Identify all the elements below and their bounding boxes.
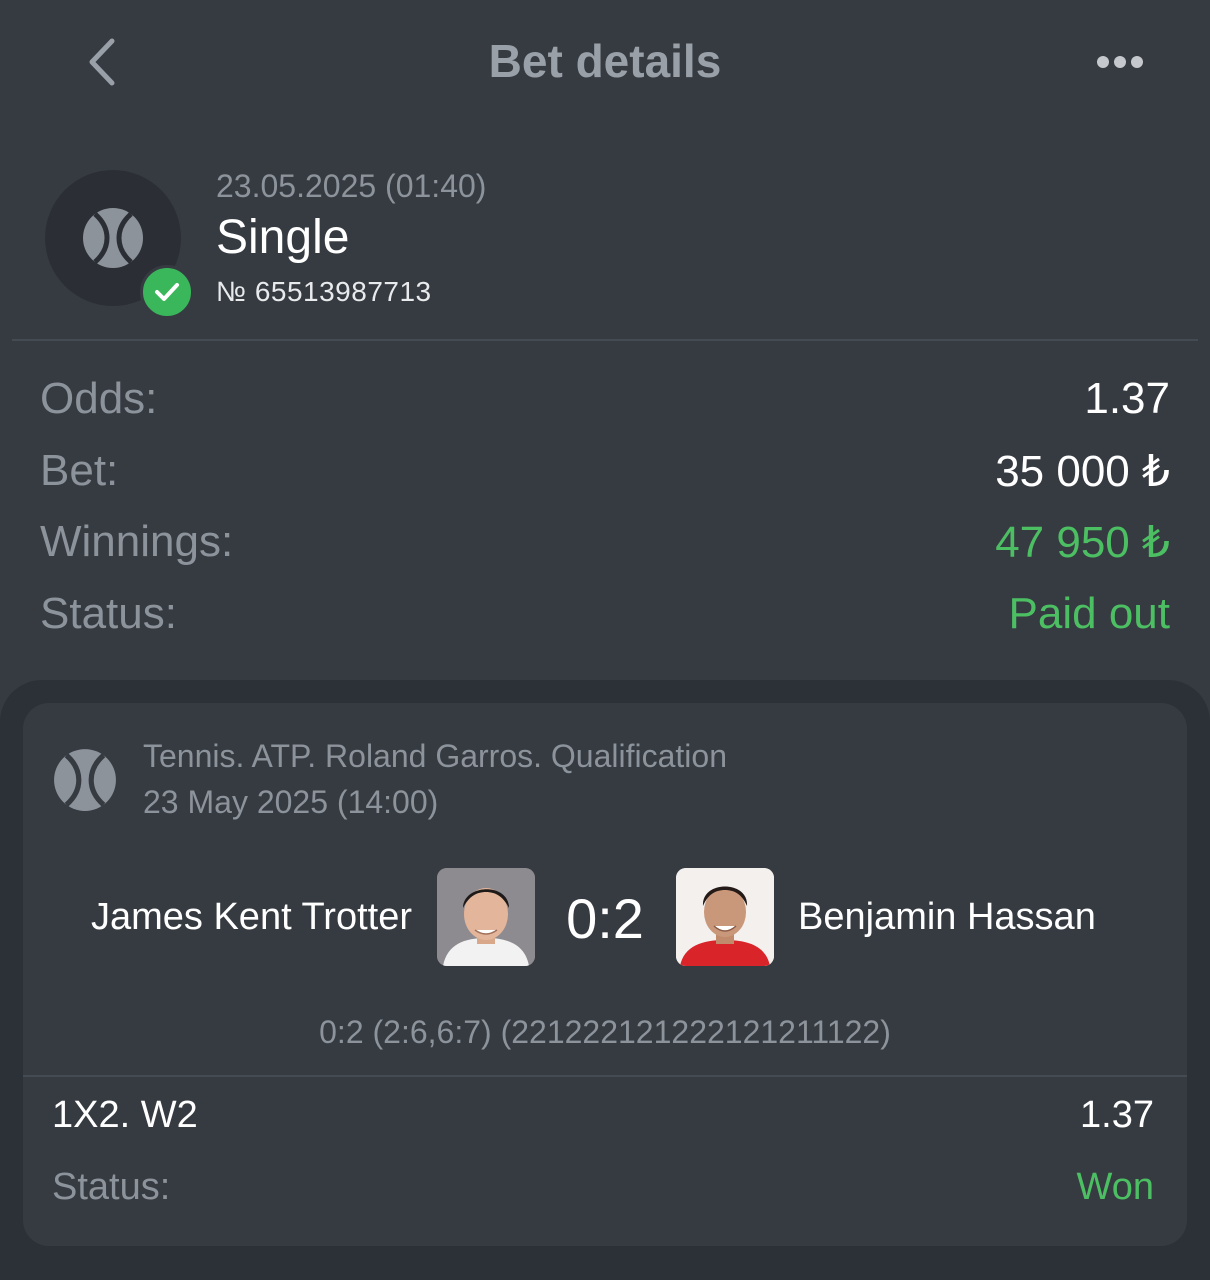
bet-details-screen: Bet details 23.05.2025 (01:40) Single № … — [0, 0, 1210, 1280]
bet-sport-avatar — [45, 170, 194, 319]
match-score: 0:2 — [566, 887, 644, 950]
tennis-ball-icon — [54, 749, 116, 811]
event-tournament: Tennis. ATP. Roland Garros. Qualificatio… — [143, 738, 727, 774]
bet-date: 23.05.2025 (01:40) — [216, 168, 487, 204]
market-name: 1X2. W2 — [52, 1094, 198, 1136]
winnings-label: Winnings: — [40, 517, 234, 566]
odds-value: 1.37 — [1084, 374, 1170, 423]
bet-type: Single — [216, 211, 350, 264]
player-photo-icon — [676, 868, 774, 966]
bet-amount-row: Bet: 35 000 ₺ — [40, 446, 1170, 502]
more-options-button[interactable] — [1088, 40, 1152, 84]
divider — [23, 1075, 1187, 1077]
status-row: Status: Paid out — [40, 589, 1170, 645]
team1-photo — [437, 868, 535, 966]
team1-name: James Kent Trotter — [90, 896, 412, 938]
page-title: Bet details — [488, 35, 722, 87]
player-photo-icon — [437, 868, 535, 966]
settled-check-badge — [140, 265, 194, 319]
team2-photo — [676, 868, 774, 966]
event-date: 23 May 2025 (14:00) — [143, 784, 439, 820]
status-value: Paid out — [1008, 589, 1170, 638]
status-label: Status: — [40, 589, 177, 638]
winnings-row: Winnings: 47 950 ₺ — [40, 517, 1170, 573]
pick-status-value: Won — [1076, 1166, 1154, 1208]
top-bar: Bet details — [0, 0, 1210, 125]
odds-row: Odds: 1.37 — [40, 374, 1170, 430]
market-odds: 1.37 — [1080, 1094, 1154, 1136]
winnings-value: 47 950 ₺ — [995, 518, 1170, 567]
divider — [12, 339, 1198, 341]
pick-status-label: Status: — [52, 1166, 171, 1208]
check-icon — [155, 283, 179, 301]
bet-amount-value: 35 000 ₺ — [995, 447, 1170, 496]
more-horizontal-icon — [1097, 56, 1143, 68]
bet-number: № 65513987713 — [216, 276, 432, 307]
odds-label: Odds: — [40, 374, 158, 423]
score-detail: 0:2 (2:6,6:7) (221222121222121211122) — [319, 1014, 891, 1050]
bet-amount-label: Bet: — [40, 446, 119, 495]
tennis-ball-icon — [83, 208, 143, 268]
team2-name: Benjamin Hassan — [798, 896, 1096, 938]
